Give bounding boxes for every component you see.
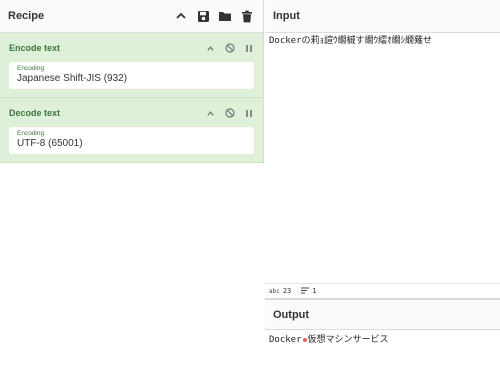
recipe-title: Recipe bbox=[8, 10, 45, 22]
folder-icon[interactable] bbox=[217, 8, 233, 24]
recipe-drop-area[interactable] bbox=[0, 164, 264, 374]
replacement-char-marker bbox=[302, 337, 307, 342]
lines-stat: 1 bbox=[301, 287, 317, 296]
operation-name: Decode text bbox=[9, 108, 61, 118]
length-value: 23 bbox=[282, 287, 292, 295]
input-header: Input bbox=[265, 0, 500, 33]
length-stat: abc 23 bbox=[269, 287, 291, 295]
encoding-label: Encoding bbox=[17, 65, 45, 72]
input-status-bar: abc 23 1 bbox=[265, 283, 500, 298]
encoding-value: UTF-8 (65001) bbox=[17, 138, 83, 149]
output-text-after: 仮想マシンサービス bbox=[307, 335, 389, 345]
lines-value: 1 bbox=[312, 287, 317, 295]
output-panel: Output Docker 仮想マシンサービス bbox=[265, 300, 500, 374]
encoding-label: Encoding bbox=[17, 130, 45, 137]
chevron-up-icon[interactable] bbox=[205, 43, 216, 54]
recipe-panel: Recipe Encode text Encoding Japanese Shi… bbox=[0, 0, 264, 374]
lines-icon bbox=[301, 287, 310, 296]
operation-name: Encode text bbox=[9, 43, 61, 53]
encoding-value: Japanese Shift-JIS (932) bbox=[17, 73, 128, 84]
recipe-toolbar bbox=[173, 8, 255, 24]
output-textarea[interactable]: Docker 仮想マシンサービス bbox=[269, 332, 389, 345]
chevron-up-icon[interactable] bbox=[205, 108, 216, 119]
save-icon[interactable] bbox=[195, 8, 211, 24]
disable-icon[interactable] bbox=[224, 43, 235, 54]
encoding-select[interactable]: Encoding UTF-8 (65001) bbox=[9, 127, 254, 154]
recipe-header: Recipe bbox=[0, 0, 263, 33]
operation-decode-text[interactable]: Decode text Encoding UTF-8 (65001) bbox=[0, 98, 263, 163]
encoding-select[interactable]: Encoding Japanese Shift-JIS (932) bbox=[9, 62, 254, 89]
disable-icon[interactable] bbox=[224, 108, 235, 119]
trash-icon[interactable] bbox=[239, 8, 255, 24]
length-icon: abc bbox=[269, 287, 280, 295]
input-textarea[interactable]: Dockerの莉ｮ諠ｳ繝槭す繝ｳ繧ｵ繝ｼ繝薙せ bbox=[269, 33, 432, 46]
input-panel: Input Dockerの莉ｮ諠ｳ繝槭す繝ｳ繧ｵ繝ｼ繝薙せ abc 23 1 bbox=[265, 0, 500, 298]
output-header: Output bbox=[265, 300, 500, 330]
operation-encode-text[interactable]: Encode text Encoding Japanese Shift-JIS … bbox=[0, 33, 263, 98]
output-title: Output bbox=[273, 308, 310, 321]
chevron-up-icon[interactable] bbox=[173, 8, 189, 24]
pause-icon[interactable] bbox=[243, 108, 254, 119]
output-text-before: Docker bbox=[269, 335, 302, 345]
input-title: Input bbox=[273, 10, 300, 22]
pause-icon[interactable] bbox=[243, 43, 254, 54]
